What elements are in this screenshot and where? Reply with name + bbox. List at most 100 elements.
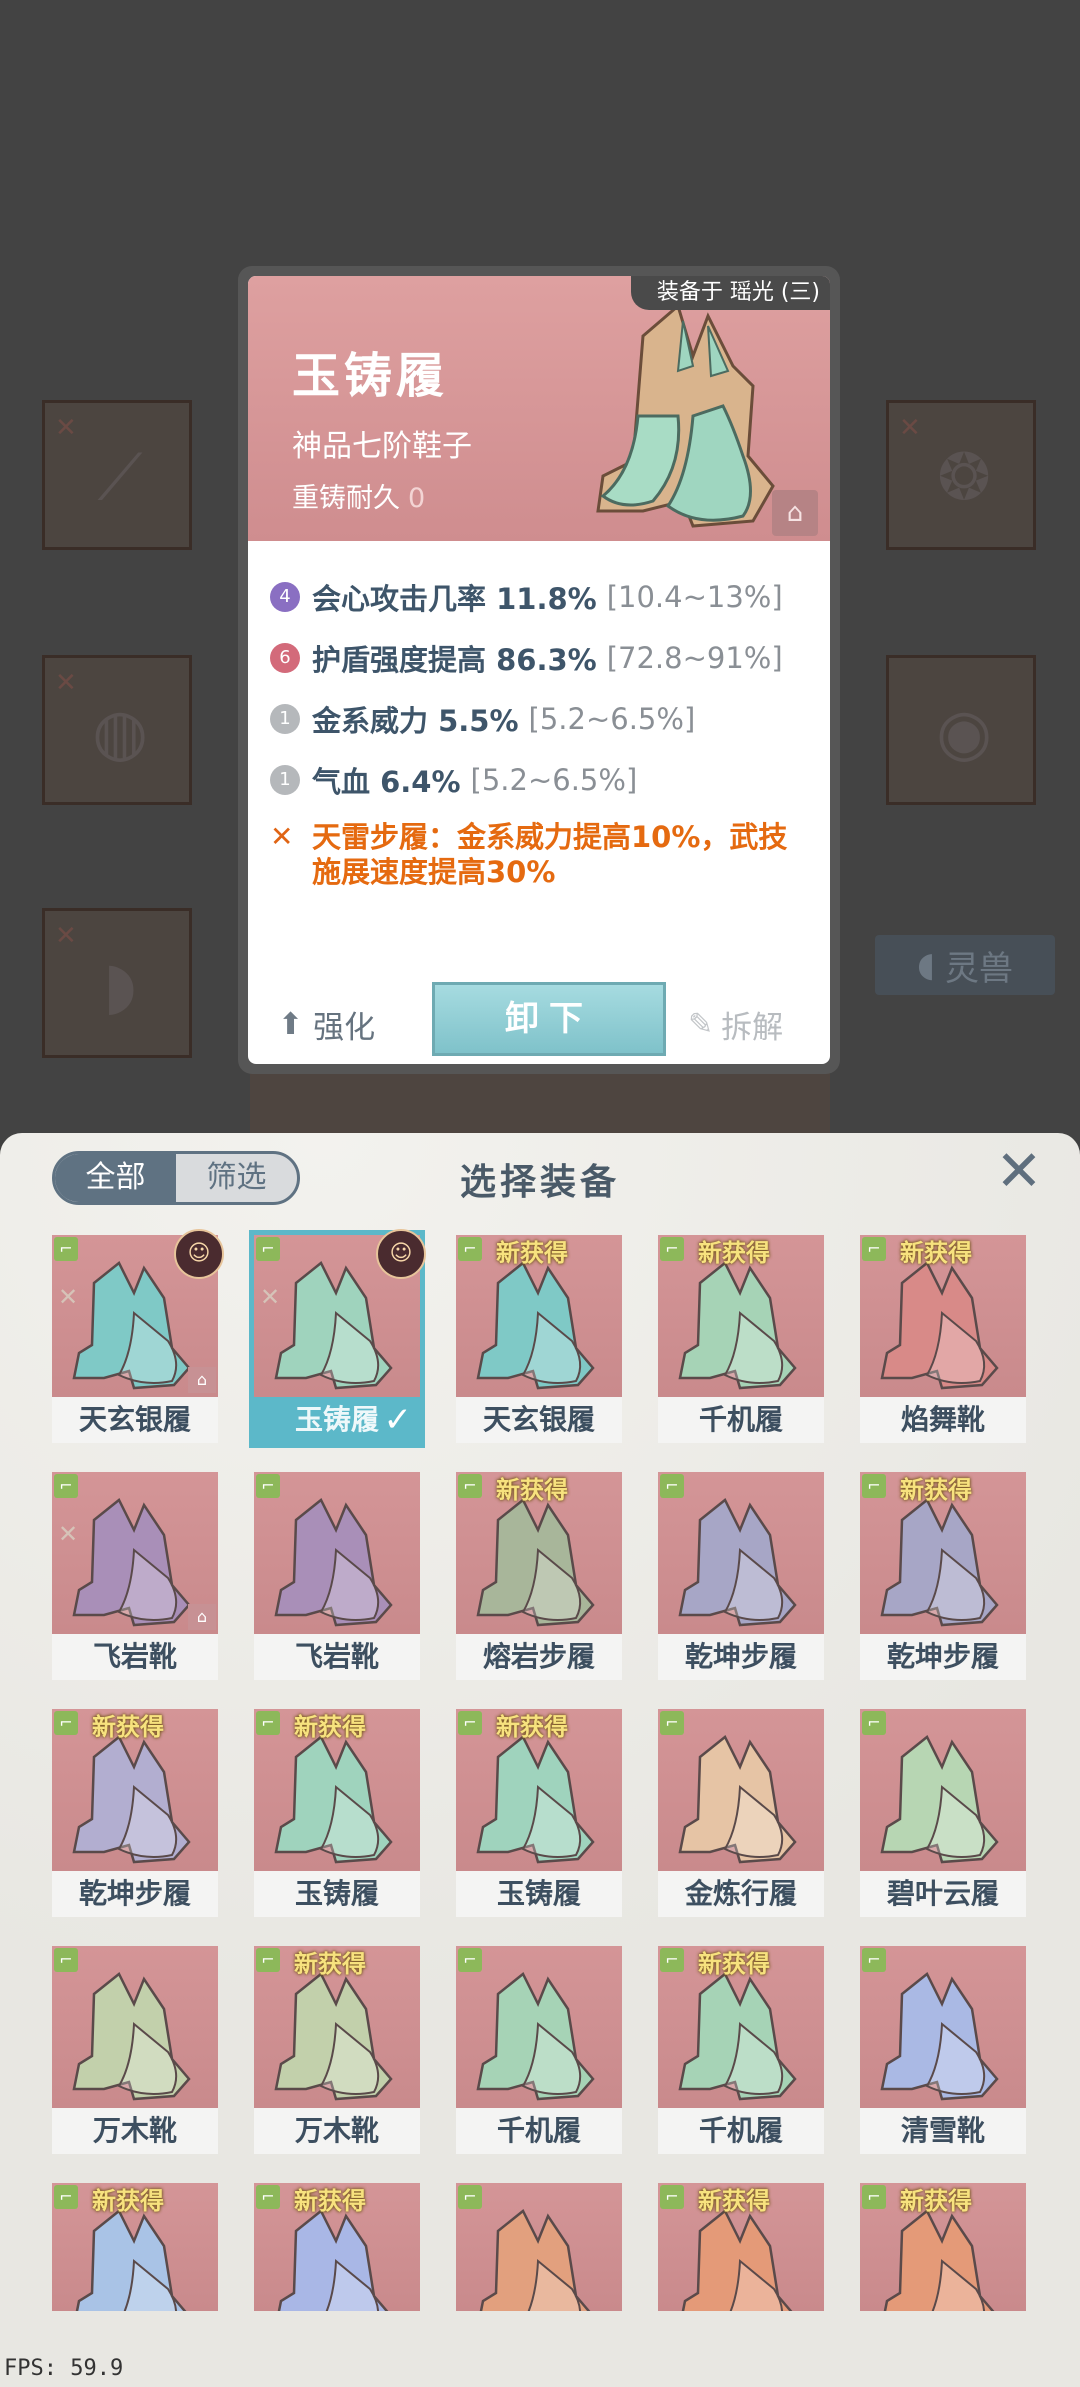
equipment-tile[interactable]: ⌐ 新获得 焰舞靴 xyxy=(860,1235,1026,1443)
item-name: 熔岩步履 xyxy=(456,1634,622,1680)
equipment-tile[interactable]: ⌐ 新获得 千机履 xyxy=(658,1235,824,1443)
boots-type-icon: ⌐ xyxy=(54,2185,78,2209)
equipment-slot-boots[interactable]: ✕ ◗ xyxy=(42,908,192,1058)
necklace-icon: ❂ xyxy=(937,441,991,515)
equipment-slot-armor[interactable]: ✕ ◍ xyxy=(42,655,192,805)
boots-icon xyxy=(880,1498,999,1627)
boots-type-icon: ⌐ xyxy=(256,1711,280,1735)
stat-row: 1 气血 6.4% [5.2~6.5%] xyxy=(270,749,820,810)
boots-icon xyxy=(883,2209,995,2311)
equipment-tile[interactable]: ⌐ 飞岩靴 xyxy=(254,1472,420,1680)
set-icon: ✕ xyxy=(58,1283,79,1311)
new-badge: 新获得 xyxy=(900,1239,972,1267)
lock-icon: ⌂ xyxy=(188,1367,216,1393)
new-badge: 新获得 xyxy=(496,1476,568,1504)
equipment-tile[interactable]: ⌐ 新获得 乾坤步履 xyxy=(52,1709,218,1917)
dismantle-label: 拆解 xyxy=(721,1010,784,1046)
reforge-durability: 重铸耐久 0 xyxy=(292,476,425,515)
equipment-tile[interactable]: ⌐ 金炼行履 xyxy=(658,1709,824,1917)
equipment-tile[interactable]: ⌐ 新获得 xyxy=(860,2183,1026,2311)
boots-icon xyxy=(678,1261,797,1390)
item-name: 清雪靴 xyxy=(860,2108,1026,2154)
boots-type-icon: ⌐ xyxy=(660,1237,684,1261)
new-badge: 新获得 xyxy=(294,1713,366,1741)
boots-type-icon: ⌐ xyxy=(458,1711,482,1735)
boots-icon xyxy=(681,2209,793,2311)
equipment-tile[interactable]: ⌐ ✕ ☺ 玉铸履 ✓ xyxy=(249,1229,426,1448)
new-badge: 新获得 xyxy=(294,1950,366,1978)
boots-type-icon: ⌐ xyxy=(862,1474,886,1498)
equipment-tile[interactable]: ⌐ 新获得 万木靴 xyxy=(254,1946,420,2154)
equipment-tile[interactable]: ⌐ ✕ ⌂ 飞岩靴 xyxy=(52,1472,218,1680)
item-name: 千机履 xyxy=(658,2108,824,2154)
equipment-tile[interactable]: ⌐ 碧叶云履 xyxy=(860,1709,1026,1917)
dismantle-button[interactable]: ✎ 拆解 xyxy=(688,1002,783,1047)
new-badge: 新获得 xyxy=(698,1950,770,1978)
equipment-tile[interactable]: ⌐ 万木靴 xyxy=(52,1946,218,2154)
boots-icon xyxy=(72,1735,191,1864)
unequip-button[interactable]: 卸下 xyxy=(432,982,666,1056)
reforge-value: 0 xyxy=(408,483,426,514)
new-badge: 新获得 xyxy=(698,2187,770,2215)
item-name: 万木靴 xyxy=(254,2108,420,2154)
stat-level-badge: 1 xyxy=(270,703,300,734)
equipment-tile[interactable]: ⌐ 新获得玉铸履 xyxy=(456,1709,622,1917)
lock-icon[interactable]: ⌂ xyxy=(772,490,818,536)
equipment-tile[interactable]: ⌐ 新获得 xyxy=(52,2183,218,2311)
item-name: 玉铸履 xyxy=(456,1871,622,1917)
equipment-tile[interactable]: ⌐ 新获得 xyxy=(658,2183,824,2311)
close-icon[interactable]: ✕ xyxy=(990,1143,1048,1201)
equipment-tile[interactable]: ⌐ 新获得千机履 xyxy=(658,1946,824,2154)
equipment-tile[interactable]: ⌐ 新获得 乾坤步履 xyxy=(860,1472,1026,1680)
boots-icon xyxy=(479,2209,591,2311)
stat-value: 气血 6.4% xyxy=(312,764,461,799)
equipment-tile[interactable]: ⌐ ✕ ☺ ⌂ 天玄银履 xyxy=(52,1229,224,1443)
fps-counter: FPS: 59.9 xyxy=(4,2356,124,2381)
equipment-tile[interactable]: ⌐ 千机履 xyxy=(456,1946,622,2154)
item-name: 金炼行履 xyxy=(658,1871,824,1917)
set-icon: ✕ xyxy=(58,1520,79,1548)
boots-type-icon: ⌐ xyxy=(256,2185,280,2209)
equipment-slot-accessory[interactable]: ✕ ❂ xyxy=(886,400,1036,550)
equipment-tile[interactable]: ⌐ 新获得熔岩步履 xyxy=(456,1472,622,1680)
boots-icon xyxy=(476,1972,595,2101)
new-badge: 新获得 xyxy=(92,2187,164,2215)
new-badge: 新获得 xyxy=(496,1713,568,1741)
equipment-tile[interactable]: ⌐ 乾坤步履 xyxy=(658,1472,824,1680)
equipment-slot-ring[interactable]: ◉ xyxy=(886,655,1036,805)
spirit-beast-button[interactable]: ◖ 灵兽 xyxy=(875,935,1055,995)
equipped-character-avatar: ☺ xyxy=(174,1229,224,1279)
new-badge: 新获得 xyxy=(900,1476,972,1504)
equipment-tile[interactable]: ⌐ 新获得 xyxy=(254,2183,420,2311)
boots-type-icon: ⌐ xyxy=(458,2185,482,2209)
stat-range: [5.2~6.5%] xyxy=(470,762,638,797)
equipment-tile[interactable]: ⌐ 新获得 天玄银履 xyxy=(456,1235,622,1443)
stat-level-badge: 6 xyxy=(270,642,300,673)
lock-icon: ⌂ xyxy=(188,1604,216,1630)
boots-icon xyxy=(476,1735,595,1864)
spirit-beast-label: 灵兽 xyxy=(944,948,1013,989)
boots-type-icon: ⌐ xyxy=(862,1711,886,1735)
boots-type-icon: ⌐ xyxy=(660,1948,684,1972)
orb-icon: ◉ xyxy=(936,696,992,770)
item-grade: 神品七阶鞋子 xyxy=(292,429,472,464)
upgrade-button[interactable]: ⬆ 强化 xyxy=(278,1002,375,1047)
stat-range: [10.4~13%] xyxy=(606,579,783,614)
boots-icon xyxy=(75,2209,187,2311)
item-name: 玉铸履 xyxy=(292,348,449,404)
boots-icon xyxy=(277,2209,389,2311)
boots-type-icon: ⌐ xyxy=(458,1474,482,1498)
equipment-select-panel: 全部 筛选 选择装备 ✕ ⌐ ✕ ☺ ⌂ 天玄银履 ⌐ ✕ ☺ 玉铸履 ✓ ⌐ 新获得 天玄银履 ⌐ 新获得… xyxy=(0,1133,1080,2387)
boots-type-icon: ⌐ xyxy=(862,2185,886,2209)
equipment-tile[interactable]: ⌐ xyxy=(456,2183,622,2311)
set-icon: ✕ xyxy=(55,921,77,951)
boots-type-icon: ⌐ xyxy=(256,1474,280,1498)
item-name: 乾坤步履 xyxy=(52,1871,218,1917)
equipment-slot-weapon[interactable]: ✕ ⟋ xyxy=(42,400,192,550)
check-icon: ✓ xyxy=(383,1400,413,1440)
equipment-tile[interactable]: ⌐ 清雪靴 xyxy=(860,1946,1026,2154)
equipment-tile[interactable]: ⌐ 新获得 玉铸履 xyxy=(254,1709,420,1917)
boots-type-icon: ⌐ xyxy=(256,1237,280,1261)
boots-type-icon: ⌐ xyxy=(54,1948,78,1972)
stat-row: 4 会心攻击几率 11.8% [10.4~13%] xyxy=(270,566,820,627)
